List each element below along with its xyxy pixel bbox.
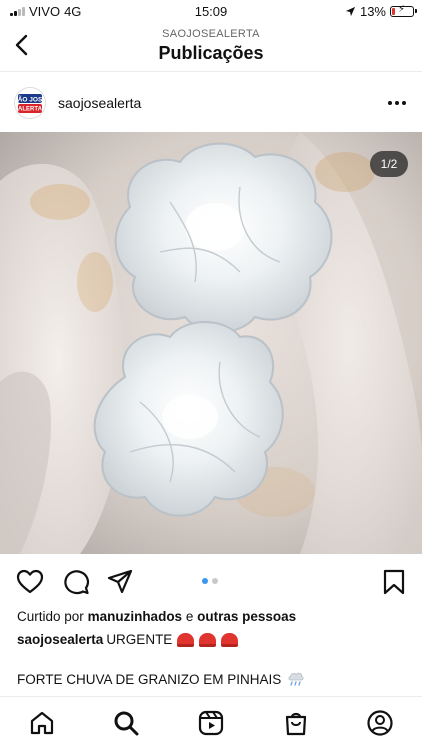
- bottom-nav: [0, 696, 422, 750]
- siren-icon: [177, 632, 195, 647]
- likes-user[interactable]: manuzinhados: [88, 609, 183, 624]
- carousel-dot-active: [202, 578, 208, 584]
- caption-line-2-text: FORTE CHUVA DE GRANIZO EM PINHAIS: [17, 671, 282, 687]
- more-options-icon[interactable]: [386, 95, 408, 111]
- likes-summary: Curtido por manuzinhados e outras pessoa…: [17, 609, 296, 624]
- siren-icon: [199, 632, 217, 647]
- network-label: 4G: [64, 3, 82, 19]
- likes-joiner: e: [185, 609, 194, 624]
- hailstones-photo: [0, 132, 422, 554]
- home-icon[interactable]: [28, 709, 56, 737]
- siren-icon: [221, 632, 239, 647]
- likes-prefix: Curtido por: [17, 609, 84, 624]
- avatar[interactable]: SÃO JOSÉ ALERTA: [14, 87, 46, 119]
- status-bar: VIVO 4G 15:09 13% ⚡: [0, 0, 422, 22]
- svg-text:SÃO JOSÉ: SÃO JOSÉ: [15, 95, 45, 104]
- rain-cloud-icon: [288, 672, 304, 686]
- save-bookmark-icon[interactable]: [380, 568, 408, 596]
- shop-bag-icon[interactable]: [282, 709, 310, 737]
- post-header: SÃO JOSÉ ALERTA saojosealerta: [0, 82, 422, 124]
- profile-icon[interactable]: [366, 709, 394, 737]
- comment-icon[interactable]: [62, 568, 90, 596]
- carrier-label: VIVO: [29, 3, 61, 19]
- share-send-icon[interactable]: [106, 568, 134, 596]
- caption-username[interactable]: saojosealerta: [17, 632, 103, 647]
- reels-icon[interactable]: [197, 709, 225, 737]
- carousel-dot: [212, 578, 218, 584]
- page-header: SAOJOSEALERTA Publicações: [0, 22, 422, 72]
- caption-line-2: FORTE CHUVA DE GRANIZO EM PINHAIS: [17, 671, 305, 687]
- carousel-indicator: [202, 578, 218, 584]
- status-left: VIVO 4G: [10, 4, 81, 19]
- like-heart-icon[interactable]: [16, 568, 44, 596]
- account-name: SAOJOSEALERTA: [162, 28, 260, 40]
- location-arrow-icon: [345, 6, 356, 16]
- caption-text: URGENTE: [106, 632, 173, 647]
- post-image[interactable]: [0, 132, 422, 554]
- signal-icon: [10, 6, 25, 16]
- battery-icon: ⚡: [390, 4, 417, 17]
- avatar-logo: SÃO JOSÉ ALERTA: [15, 88, 45, 118]
- battery-percent: 13%: [359, 3, 386, 19]
- search-icon[interactable]: [112, 709, 140, 737]
- likes-others[interactable]: outras pessoas: [197, 609, 296, 624]
- post-caption: saojosealerta URGENTE: [17, 632, 239, 647]
- status-right: 13% ⚡: [345, 3, 417, 19]
- post-username[interactable]: saojosealerta: [58, 95, 141, 111]
- image-counter: 1/2: [370, 151, 408, 177]
- svg-text:ALERTA: ALERTA: [18, 107, 43, 113]
- page-title: Publicações: [158, 43, 264, 63]
